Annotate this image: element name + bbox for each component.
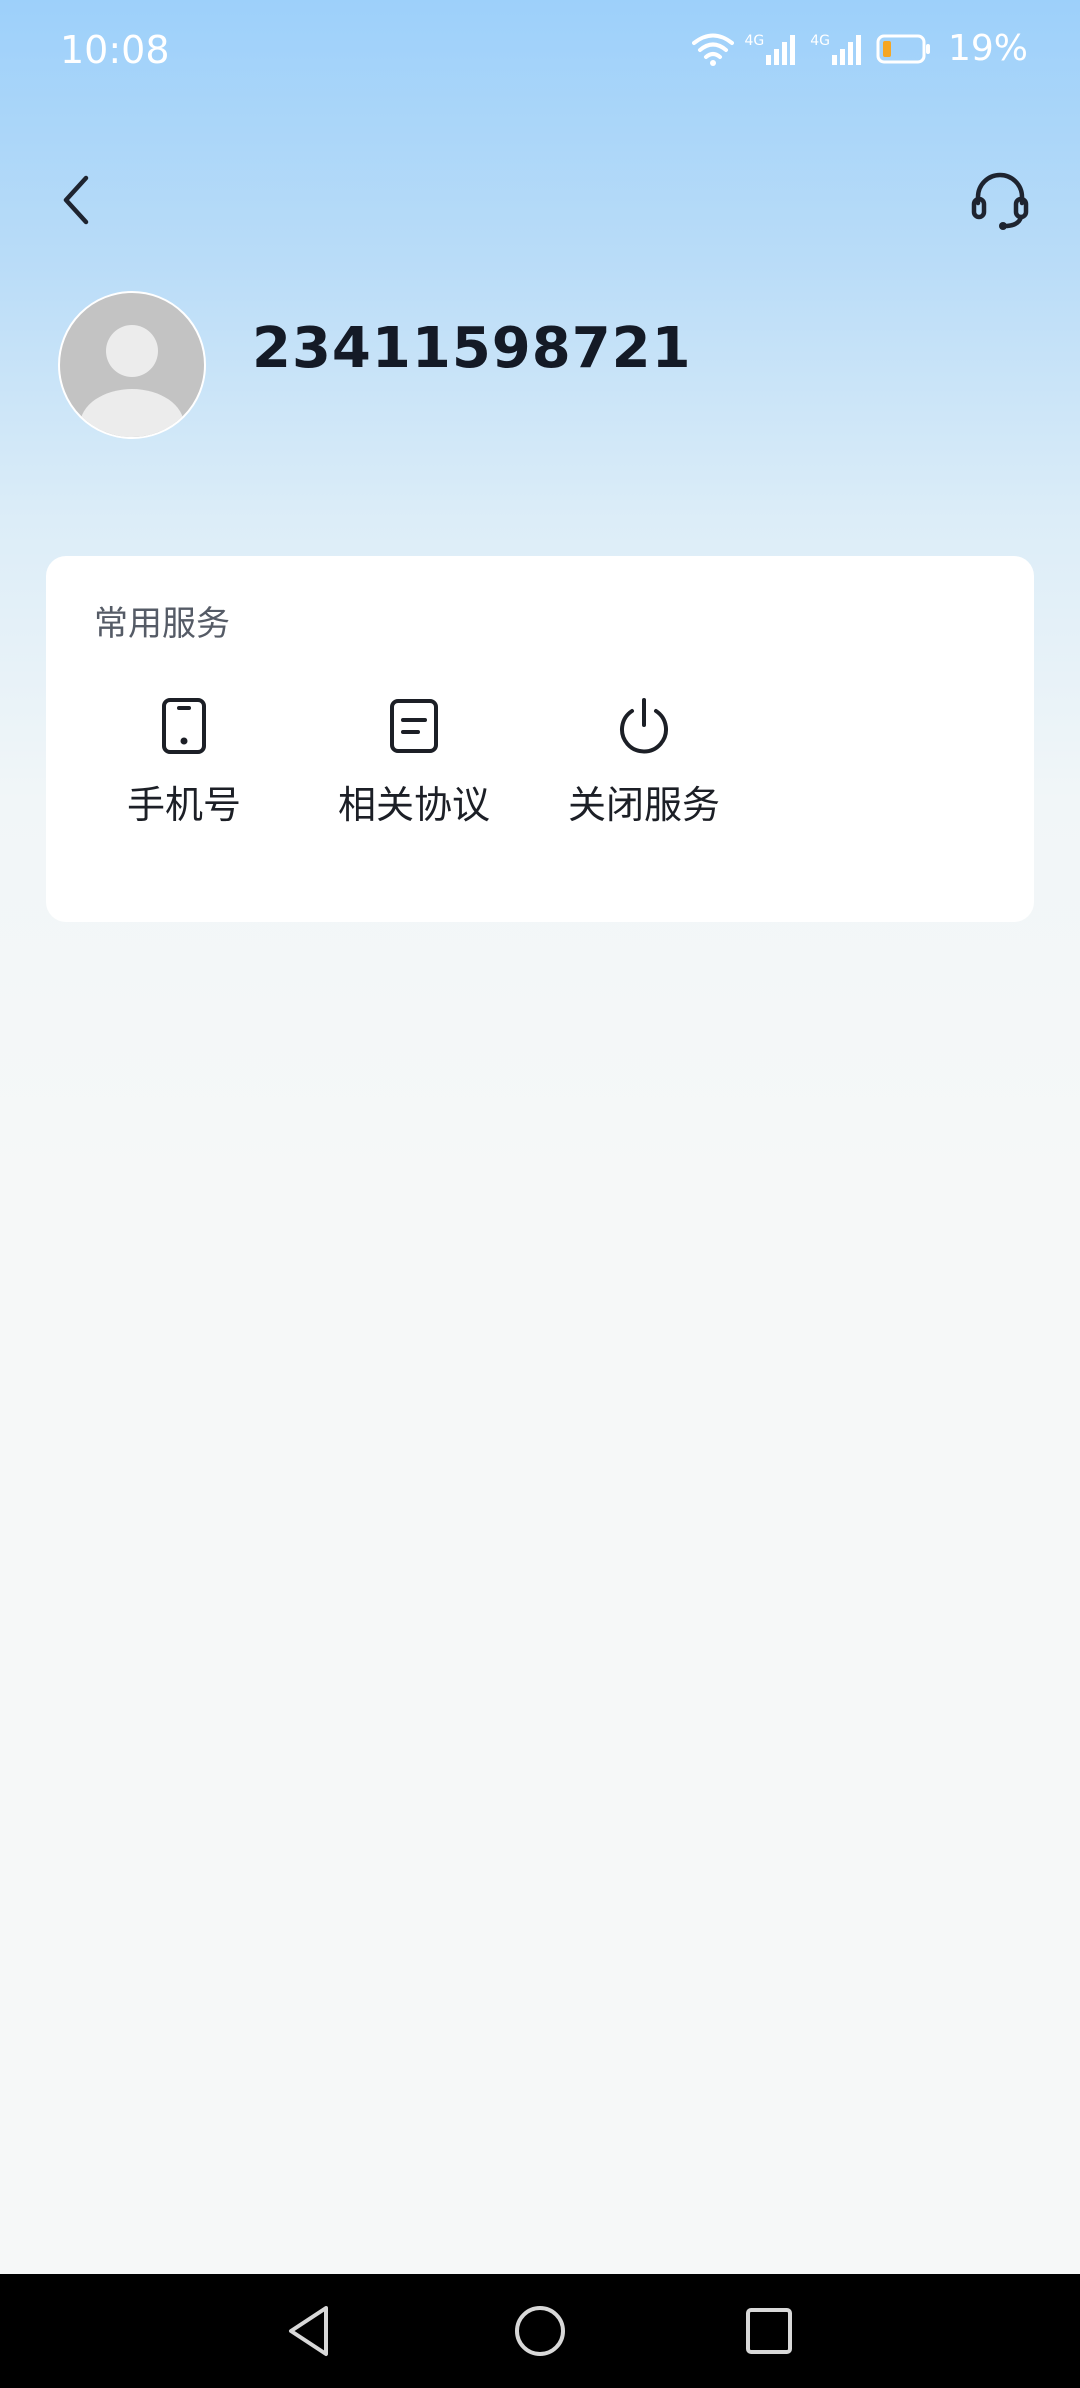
signal-2-icon: 4G (810, 33, 866, 65)
network-type-1: 4G (744, 32, 765, 49)
headset-icon (971, 172, 1029, 230)
card-title: 常用服务 (94, 604, 230, 644)
service-label: 手机号 (126, 783, 241, 827)
signal-1-icon: 4G (744, 33, 800, 65)
network-type-2: 4G (810, 32, 830, 49)
wifi-icon (692, 32, 735, 66)
avatar[interactable] (58, 291, 206, 439)
battery-icon (876, 34, 932, 64)
document-icon (384, 696, 444, 756)
service-agreements[interactable]: 相关协议 (314, 696, 514, 846)
status-indicators: 4G 4G 19% (692, 28, 1028, 69)
system-nav-bar (0, 2274, 1080, 2388)
service-label: 相关协议 (337, 783, 490, 827)
account-number: 23411598721 (252, 316, 692, 381)
customer-service-button[interactable] (960, 160, 1040, 240)
service-close[interactable]: 关闭服务 (544, 696, 744, 846)
nav-back-button[interactable] (274, 2296, 344, 2366)
status-bar: 10:08 4G 4G 19% (0, 0, 1080, 110)
circle-home-icon (515, 2306, 565, 2356)
phone-icon (154, 696, 214, 756)
status-time: 10:08 (60, 28, 170, 72)
power-icon (614, 696, 674, 756)
chevron-left-icon (63, 175, 89, 225)
nav-home-button[interactable] (505, 2296, 575, 2366)
square-recents-icon (746, 2308, 792, 2354)
service-label: 关闭服务 (567, 783, 720, 827)
service-phone-number[interactable]: 手机号 (84, 696, 284, 846)
default-user-icon (80, 325, 184, 437)
back-button[interactable] (36, 160, 116, 240)
common-services-card: 常用服务 手机号 相关协议 关闭服务 (46, 556, 1034, 922)
triangle-back-icon (289, 2306, 328, 2356)
nav-recents-button[interactable] (734, 2296, 804, 2366)
battery-percent: 19% (947, 28, 1028, 69)
